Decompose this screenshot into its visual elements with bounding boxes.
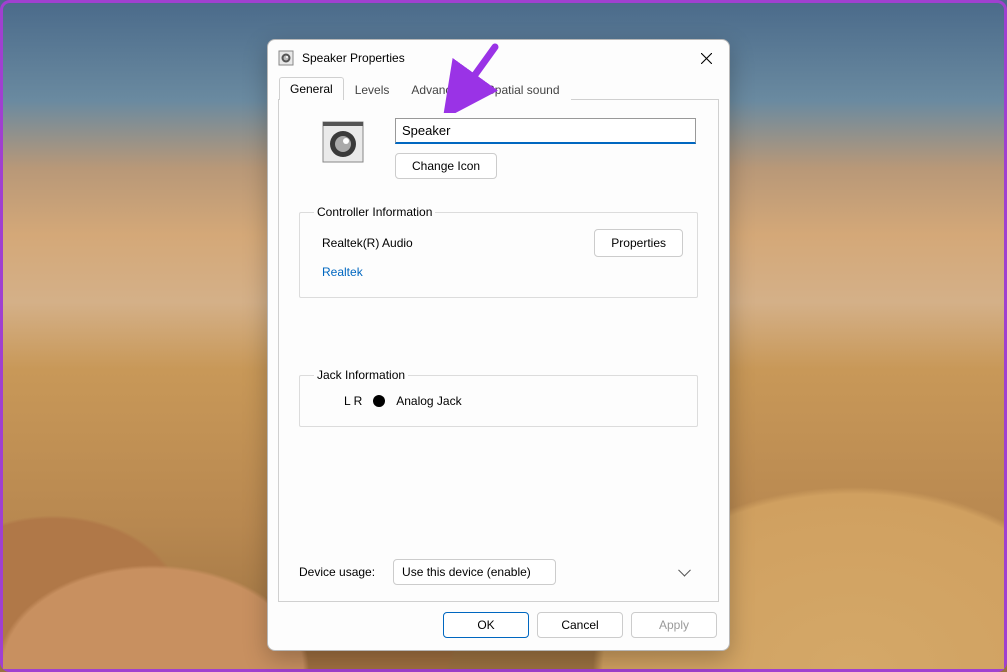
speaker-properties-dialog: Speaker Properties General Levels Advanc… <box>267 39 730 651</box>
device-usage-select[interactable]: Use this device (enable) <box>393 559 556 585</box>
titlebar[interactable]: Speaker Properties <box>268 40 729 76</box>
tab-levels[interactable]: Levels <box>344 78 401 101</box>
controller-information-group: Controller Information Realtek(R) Audio … <box>299 205 698 298</box>
change-icon-button[interactable]: Change Icon <box>395 153 497 179</box>
controller-properties-button[interactable]: Properties <box>594 229 683 257</box>
close-button[interactable] <box>683 42 729 74</box>
ok-button[interactable]: OK <box>443 612 529 638</box>
apply-button: Apply <box>631 612 717 638</box>
jack-legend: Jack Information <box>314 368 408 382</box>
device-usage-select-wrap: Use this device (enable) <box>393 559 698 585</box>
jack-type-label: Analog Jack <box>396 394 461 408</box>
controller-vendor-link[interactable]: Realtek <box>314 265 363 279</box>
cancel-button[interactable]: Cancel <box>537 612 623 638</box>
jack-channels-label: L R <box>344 394 362 408</box>
device-usage-row: Device usage: Use this device (enable) <box>299 559 698 585</box>
speaker-device-icon <box>321 120 365 164</box>
tab-panel-general: Change Icon Controller Information Realt… <box>278 99 719 602</box>
device-usage-label: Device usage: <box>299 565 375 579</box>
dialog-button-row: OK Cancel Apply <box>268 612 729 650</box>
close-icon <box>701 53 712 64</box>
jack-information-group: Jack Information L R Analog Jack <box>299 368 698 427</box>
tab-advanced[interactable]: Advanced <box>400 78 475 101</box>
jack-color-dot-icon <box>373 395 385 407</box>
controller-name: Realtek(R) Audio <box>322 236 413 250</box>
device-name-input[interactable] <box>395 118 696 144</box>
tab-spatial-sound[interactable]: Spatial sound <box>476 78 571 101</box>
controller-legend: Controller Information <box>314 205 435 219</box>
tab-general[interactable]: General <box>279 77 344 100</box>
window-title: Speaker Properties <box>302 51 683 65</box>
speaker-titlebar-icon <box>278 50 294 66</box>
tab-strip: General Levels Advanced Spatial sound <box>268 77 729 100</box>
